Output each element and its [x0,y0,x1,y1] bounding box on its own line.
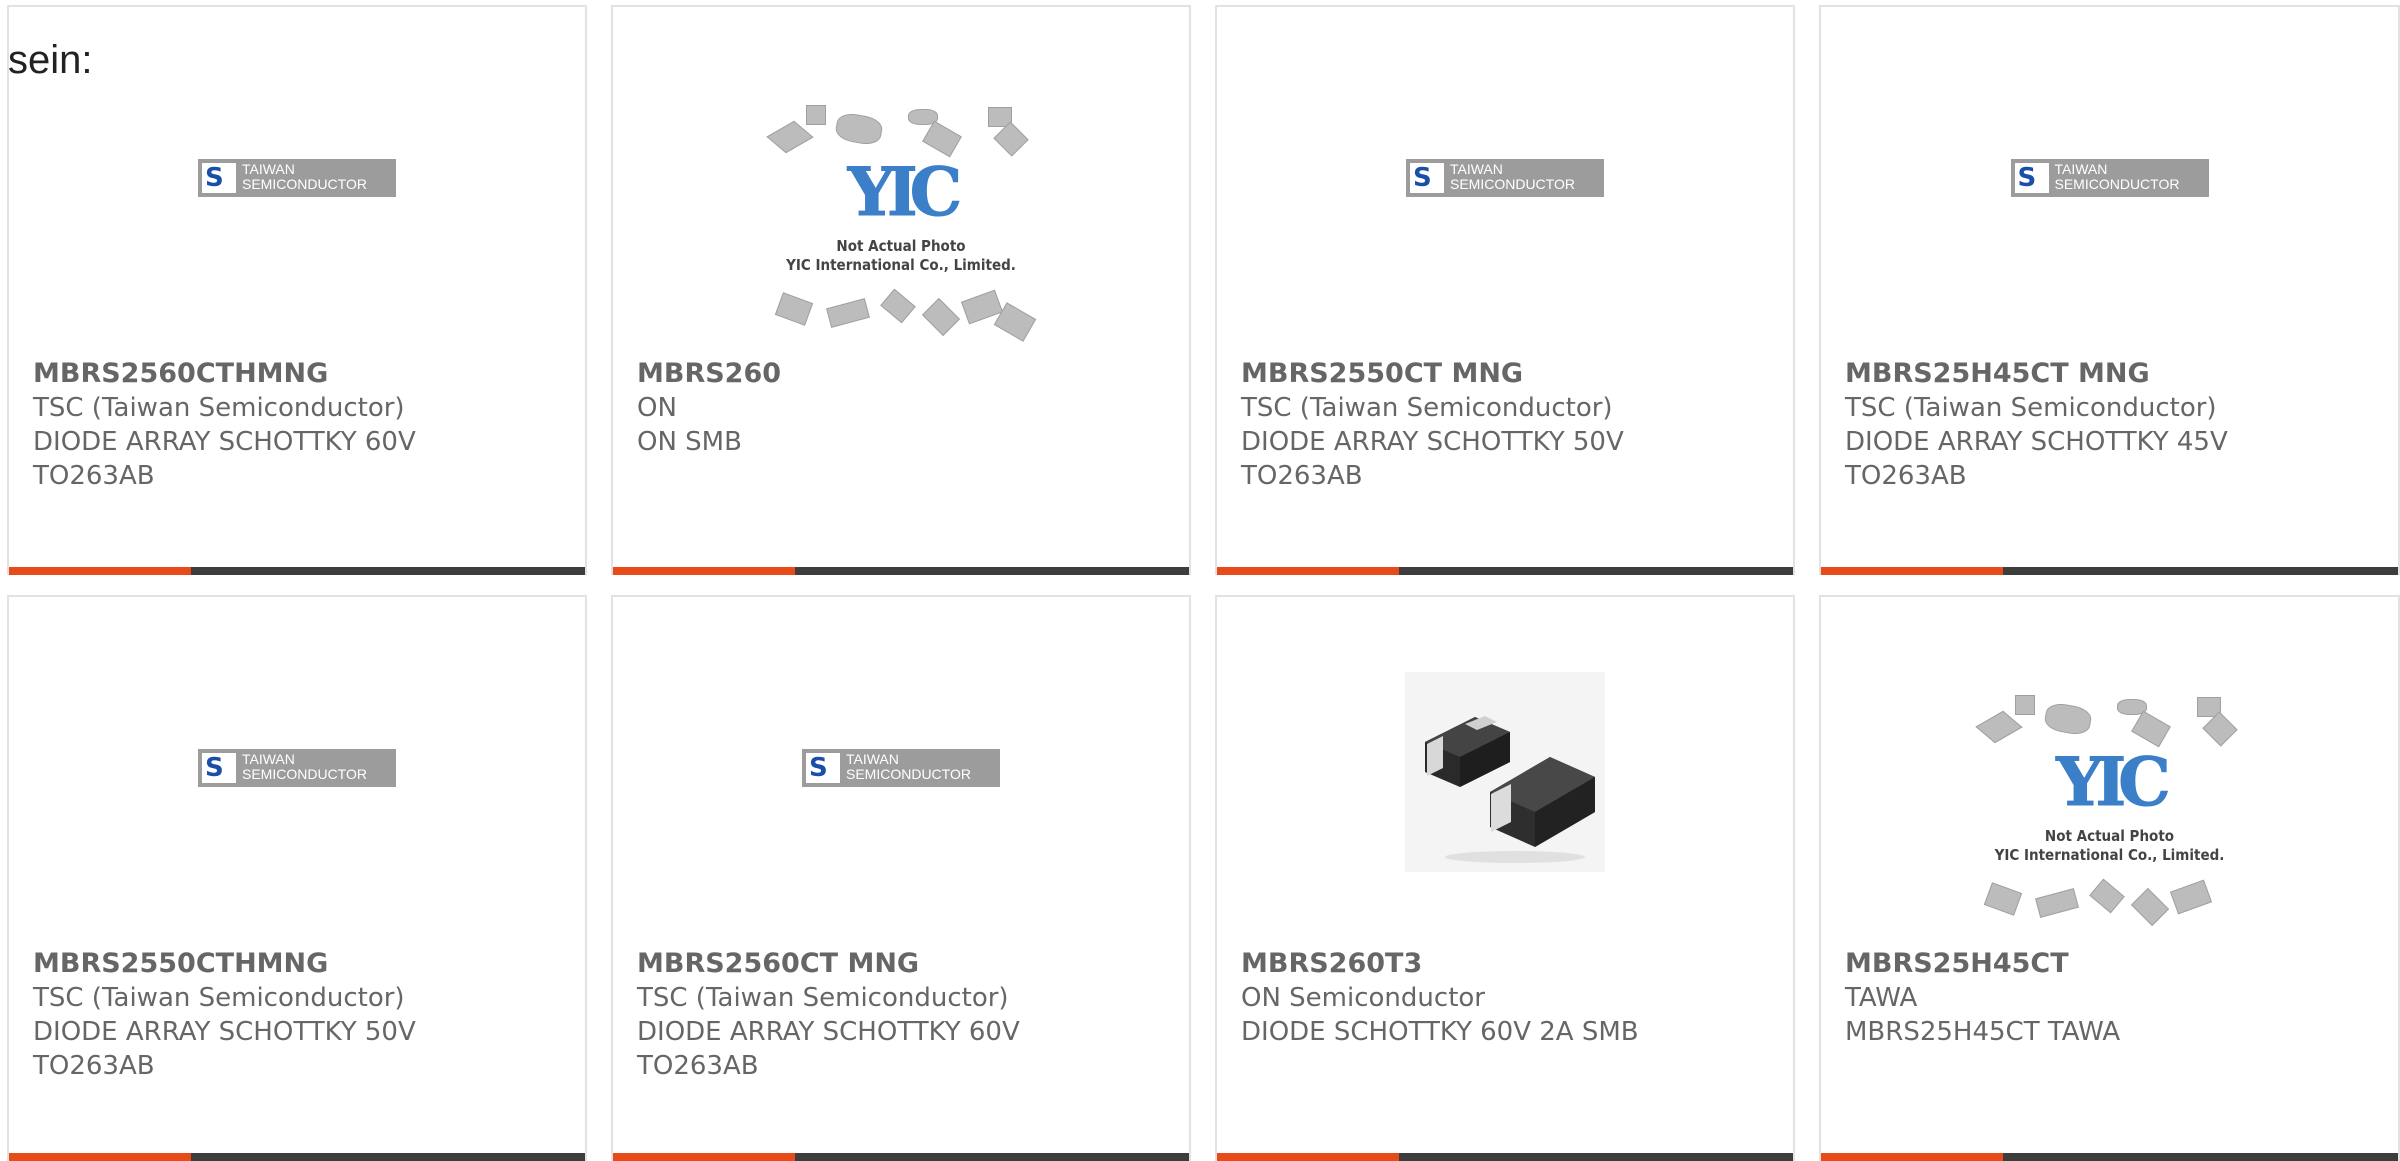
yic-logo: YIC [847,153,962,231]
card-footer-bar [9,1153,585,1161]
yic-placeholder-image: YIC Not Actual Photo YIC International Co… [766,97,1037,347]
tsc-logo: S TAIWAN SEMICONDUCTOR [802,749,1000,787]
product-card[interactable]: S TAIWAN SEMICONDUCTOR MBRS2560CTHMNG TSC… [7,5,587,575]
tsc-logo: S TAIWAN SEMICONDUCTOR [2010,159,2209,197]
product-part-number: MBRS260 [637,358,782,389]
card-footer-accent [1821,567,2003,575]
product-image: YIC Not Actual Photo YIC International Co… [613,7,1189,342]
yic-caption: Not Actual Photo YIC International Co., L… [1994,827,2225,864]
product-manufacturer: ON Semiconductor [1241,983,1485,1013]
product-package: TO263AB [33,461,155,491]
tsc-logo: S TAIWAN SEMICONDUCTOR [1406,159,1604,197]
product-card[interactable]: YIC Not Actual Photo YIC International Co… [1819,595,2400,1161]
product-description: DIODE ARRAY SCHOTTKY 60V [33,427,416,457]
product-image: S TAIWAN SEMICONDUCTOR [1821,7,2398,337]
card-footer-accent [1217,567,1399,575]
card-footer-bar [613,567,1189,575]
product-card[interactable]: S TAIWAN SEMICONDUCTOR MBRS2550CT MNG TSC… [1215,5,1795,575]
product-image [1217,597,1793,927]
tsc-logo-mark: S [202,163,236,193]
product-info: MBRS2550CT MNG TSC (Taiwan Semiconductor… [1241,357,1783,493]
product-info: MBRS2560CTHMNG TSC (Taiwan Semiconductor… [33,357,575,493]
tsc-logo-text: TAIWAN SEMICONDUCTOR [242,161,367,192]
yic-placeholder-image: YIC Not Actual Photo YIC International Co… [1974,687,2245,937]
lead-text: sein: [8,38,93,82]
card-footer-bar [1217,567,1793,575]
product-part-number: MBRS25H45CT MNG [1845,358,2150,389]
product-part-number: MBRS2550CTHMNG [33,948,329,979]
card-footer-accent [1217,1153,1399,1161]
product-manufacturer: TSC (Taiwan Semiconductor) [33,983,405,1013]
product-manufacturer: TSC (Taiwan Semiconductor) [1845,393,2217,423]
card-footer-bar [1217,1153,1793,1161]
tsc-logo-mark: S [2014,163,2049,193]
product-package: TO263AB [33,1051,155,1081]
product-package: TO263AB [1845,461,1967,491]
tsc-logo-text: TAIWAN SEMICONDUCTOR [242,751,367,782]
tsc-logo-text: TAIWAN SEMICONDUCTOR [1450,161,1575,192]
product-part-number: MBRS2560CT MNG [637,948,920,979]
product-description: DIODE SCHOTTKY 60V 2A SMB [1241,1017,1639,1047]
product-manufacturer: TSC (Taiwan Semiconductor) [637,983,1009,1013]
product-image: YIC Not Actual Photo YIC International Co… [1821,597,2398,927]
product-info: MBRS2550CTHMNG TSC (Taiwan Semiconductor… [33,947,575,1083]
product-info: MBRS260 ON ON SMB [637,357,1179,459]
product-part-number: MBRS25H45CT [1845,948,2069,979]
product-part-number: MBRS2560CTHMNG [33,358,329,389]
tsc-logo: S TAIWAN SEMICONDUCTOR [198,749,396,787]
card-footer-accent [9,567,191,575]
product-description: DIODE ARRAY SCHOTTKY 45V [1845,427,2228,457]
product-image: S TAIWAN SEMICONDUCTOR [9,7,585,337]
tsc-logo-mark: S [1410,163,1444,193]
product-card[interactable]: S TAIWAN SEMICONDUCTOR MBRS2550CTHMNG TSC… [7,595,587,1161]
yic-logo: YIC [2056,743,2171,821]
tsc-logo-mark: S [202,753,236,783]
product-manufacturer: ON [637,393,677,423]
product-grid: S TAIWAN SEMICONDUCTOR MBRS2560CTHMNG TSC… [0,0,2400,1161]
product-description: ON SMB [637,427,742,457]
card-footer-accent [9,1153,191,1161]
product-description: DIODE ARRAY SCHOTTKY 60V [637,1017,1020,1047]
product-part-number: MBRS260T3 [1241,948,1423,979]
product-manufacturer: TAWA [1845,983,1918,1013]
product-image: S TAIWAN SEMICONDUCTOR [1217,7,1793,337]
product-manufacturer: TSC (Taiwan Semiconductor) [33,393,405,423]
card-footer-bar [1821,567,2398,575]
product-package: TO263AB [637,1051,759,1081]
product-description: MBRS25H45CT TAWA [1845,1017,2121,1047]
card-footer-bar [613,1153,1189,1161]
product-image: S TAIWAN SEMICONDUCTOR [9,597,585,927]
product-info: MBRS25H45CT MNG TSC (Taiwan Semiconducto… [1845,357,2388,493]
product-description: DIODE ARRAY SCHOTTKY 50V [33,1017,416,1047]
card-footer-bar [1821,1153,2398,1161]
product-card[interactable]: S TAIWAN SEMICONDUCTOR MBRS25H45CT MNG TS… [1819,5,2400,575]
product-info: MBRS25H45CT TAWA MBRS25H45CT TAWA [1845,947,2388,1049]
card-footer-accent [613,1153,795,1161]
product-card[interactable]: YIC Not Actual Photo YIC International Co… [611,5,1191,575]
tsc-logo: S TAIWAN SEMICONDUCTOR [198,159,396,197]
product-package: TO263AB [1241,461,1363,491]
card-footer-accent [1821,1153,2003,1161]
product-image: S TAIWAN SEMICONDUCTOR [613,597,1189,927]
card-footer-bar [9,567,585,575]
yic-caption: Not Actual Photo YIC International Co., L… [786,237,1016,274]
tsc-logo-text: TAIWAN SEMICONDUCTOR [2054,161,2180,192]
product-info: MBRS260T3 ON Semiconductor DIODE SCHOTTK… [1241,947,1783,1049]
product-card[interactable]: MBRS260T3 ON Semiconductor DIODE SCHOTTK… [1215,595,1795,1161]
tsc-logo-text: TAIWAN SEMICONDUCTOR [846,751,971,782]
product-manufacturer: TSC (Taiwan Semiconductor) [1241,393,1613,423]
product-description: DIODE ARRAY SCHOTTKY 50V [1241,427,1624,457]
card-footer-accent [613,567,795,575]
product-part-number: MBRS2550CT MNG [1241,358,1524,389]
product-card[interactable]: S TAIWAN SEMICONDUCTOR MBRS2560CT MNG TSC… [611,595,1191,1161]
smb-package-image [1405,672,1605,872]
tsc-logo-mark: S [806,753,840,783]
product-info: MBRS2560CT MNG TSC (Taiwan Semiconductor… [637,947,1179,1083]
